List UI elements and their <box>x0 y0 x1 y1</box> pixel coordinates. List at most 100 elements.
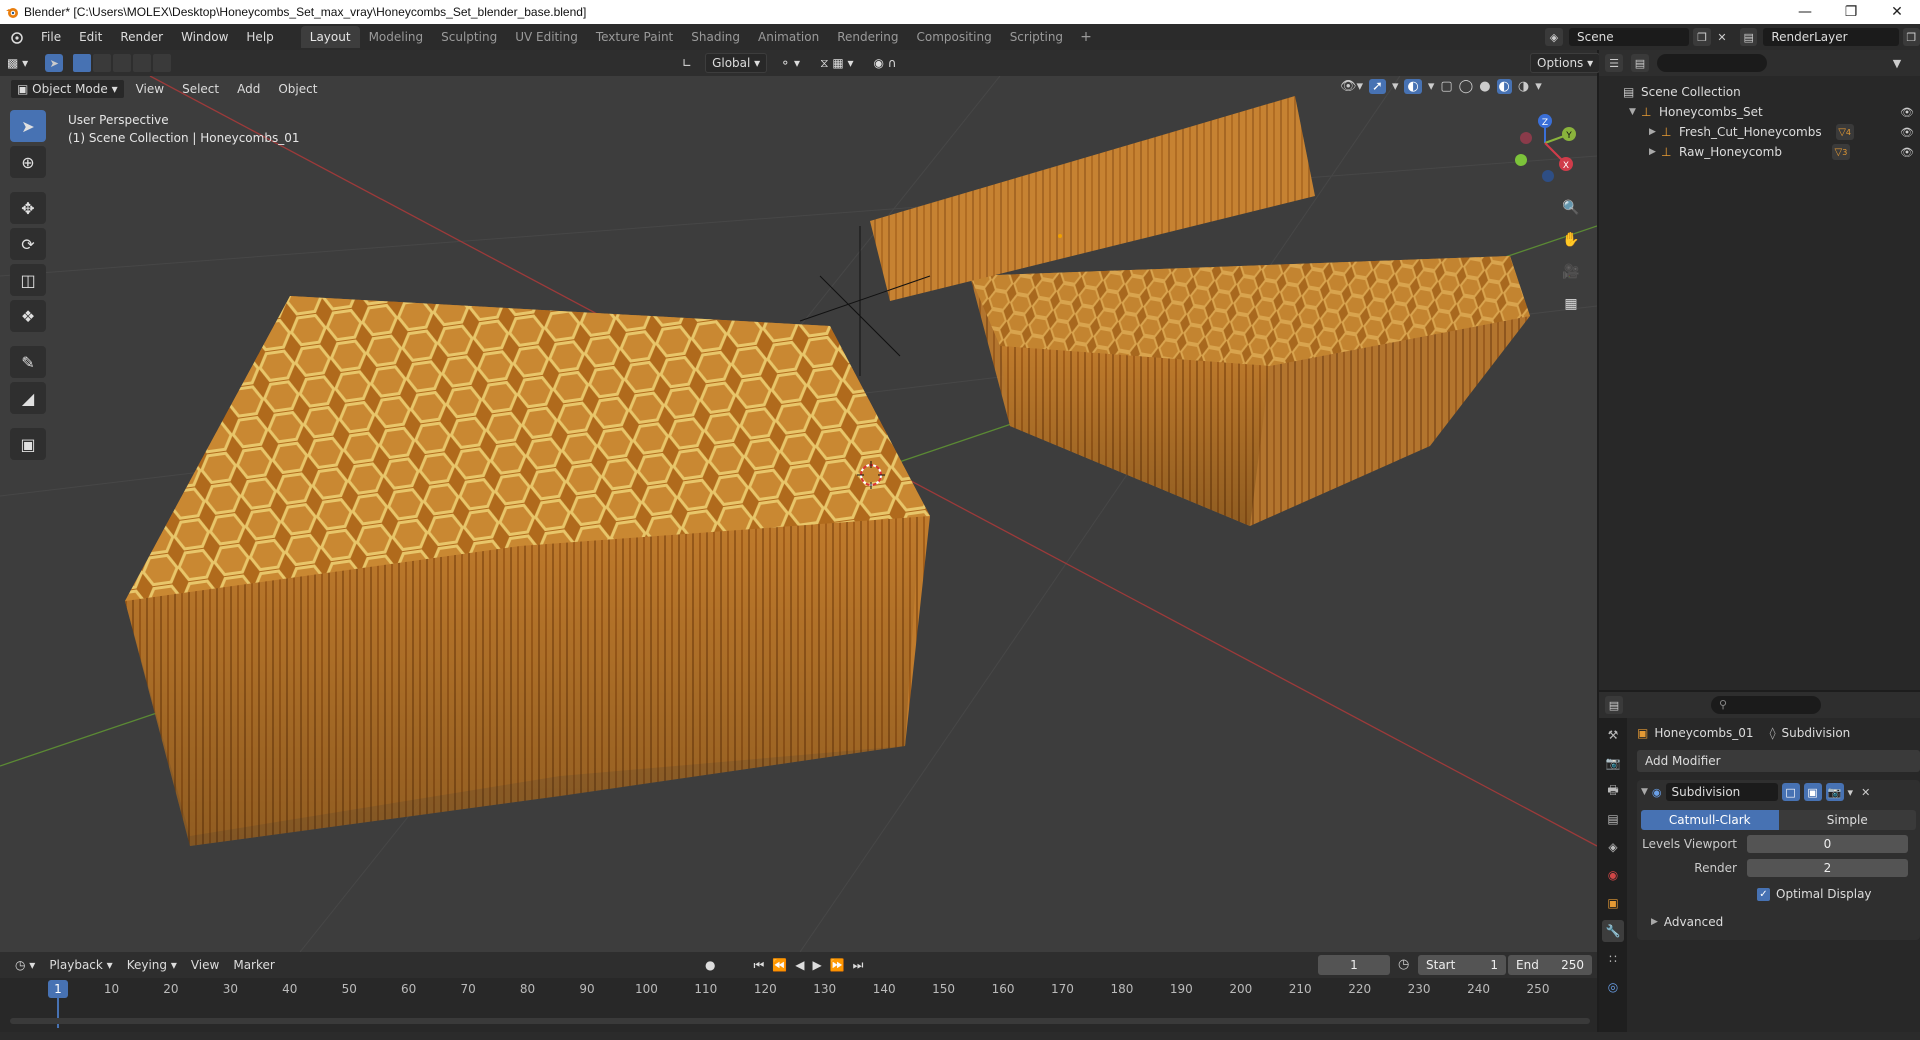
expand-arrow-icon[interactable]: ▶ <box>1649 147 1661 157</box>
visibility-icon[interactable]: 👁▾ <box>1340 79 1363 94</box>
navigation-gizmo[interactable]: Z Y X <box>1515 114 1576 182</box>
overlay-toggle-icon[interactable]: ◐ <box>1404 79 1422 94</box>
play-reverse-icon[interactable]: ◀ <box>795 958 804 972</box>
preview-range-icon[interactable]: ◷ <box>1398 957 1409 972</box>
solid-shading-icon[interactable]: ● <box>1479 79 1490 94</box>
particles-tab-icon[interactable]: ∷ <box>1602 948 1624 970</box>
play-icon[interactable]: ▶ <box>812 958 821 972</box>
rotate-tool-icon[interactable]: ⟳ <box>10 228 46 260</box>
pan-hand-icon[interactable]: ✋ <box>1558 227 1584 253</box>
end-frame-field[interactable]: End 250 <box>1508 955 1592 975</box>
tab-texture-paint[interactable]: Texture Paint <box>587 26 682 48</box>
3d-viewport[interactable]: Z Y X User Perspective (1) Scene Collect… <box>0 76 1597 952</box>
tree-item-fresh-cut-honeycombs[interactable]: ▶ ⊥ Fresh_Cut_Honeycombs ▽ 4 👁 <box>1599 122 1920 142</box>
close-icon[interactable]: ✕ <box>1874 0 1920 24</box>
current-frame-marker[interactable]: 1 <box>48 980 68 998</box>
outliner-editor-icon[interactable]: ☰ <box>1605 54 1623 72</box>
tree-item-honeycombs-set[interactable]: ▼ ⊥ Honeycombs_Set 👁 <box>1599 102 1920 122</box>
object-tab-icon[interactable]: ▣ <box>1602 892 1624 914</box>
scene-tab-icon[interactable]: ◈ <box>1602 836 1624 858</box>
menu-marker[interactable]: Marker <box>226 955 281 975</box>
jump-start-icon[interactable]: ⏮ <box>753 958 764 973</box>
modifier-menu-icon[interactable]: ▾ <box>1848 786 1854 799</box>
catmull-clark-option[interactable]: Catmull-Clark <box>1641 810 1779 830</box>
renderlayer-field[interactable]: RenderLayer <box>1763 28 1899 46</box>
wireframe-shading-icon[interactable]: ◯ <box>1459 79 1474 94</box>
measure-tool-icon[interactable]: ◢ <box>10 382 46 414</box>
edit-mode-toggle-icon[interactable]: □ <box>1781 783 1800 801</box>
new-renderlayer-icon[interactable]: ❐ <box>1902 28 1920 46</box>
menu-keying[interactable]: Keying ▾ <box>120 955 184 975</box>
select-invert-mode[interactable] <box>133 54 152 72</box>
zoom-icon[interactable]: 🔍 <box>1558 195 1584 221</box>
render-toggle-icon[interactable]: 📷 <box>1825 783 1844 801</box>
orientation-dropdown[interactable]: Global ▾ <box>705 53 768 73</box>
menu-edit[interactable]: Edit <box>70 30 111 44</box>
gizmo-toggle-icon[interactable]: ➚ <box>1369 79 1386 94</box>
visibility-eye-icon[interactable]: 👁 <box>1900 126 1914 139</box>
add-cube-tool-icon[interactable]: ▣ <box>10 428 46 460</box>
snap-icon[interactable]: ⧖ ▦ ▾ <box>813 53 860 73</box>
view-layer-tab-icon[interactable]: ▤ <box>1602 808 1624 830</box>
rendered-shading-icon[interactable]: ◑ <box>1518 79 1529 94</box>
object-mode-dropdown[interactable]: ▣ Object Mode ▾ <box>10 79 125 99</box>
pivot-icon[interactable]: ⚬ ▾ <box>773 53 807 73</box>
timeline-ruler[interactable]: 1 10 20 30 40 50 60 70 80 90 100 110 120 130 140 150 160… <box>0 978 1597 1028</box>
minimize-icon[interactable]: — <box>1782 0 1828 24</box>
remove-scene-icon[interactable]: ✕ <box>1713 28 1731 46</box>
menu-timeline-view[interactable]: View <box>184 955 226 975</box>
menu-view[interactable]: View <box>129 79 171 99</box>
menu-add[interactable]: Add <box>230 79 267 99</box>
editor-type-icon[interactable]: ▩ ▾ <box>0 53 35 73</box>
current-frame-field[interactable]: 1 <box>1318 955 1390 975</box>
transform-tool-icon[interactable]: ❖ <box>10 300 46 332</box>
optimal-display-checkbox[interactable]: ✓ <box>1757 887 1770 901</box>
simple-option[interactable]: Simple <box>1778 810 1916 830</box>
select-extend-mode[interactable] <box>93 54 112 72</box>
proportional-edit-icon[interactable]: ◉ ∩ <box>867 53 904 73</box>
tab-compositing[interactable]: Compositing <box>907 26 1000 48</box>
timeline-scrollbar[interactable] <box>10 1018 1590 1024</box>
add-workspace-button[interactable]: + <box>1072 29 1100 45</box>
output-tab-icon[interactable]: 🖶 <box>1602 780 1624 802</box>
outliner-search-input[interactable] <box>1657 54 1767 72</box>
advanced-subpanel[interactable]: ▶ Advanced <box>1637 912 1920 932</box>
world-tab-icon[interactable]: ◉ <box>1602 864 1624 886</box>
cursor-tool-icon[interactable]: ⊕ <box>10 146 46 178</box>
filter-icon[interactable]: ▼ <box>1888 54 1906 72</box>
remove-modifier-icon[interactable]: ✕ <box>1861 786 1870 799</box>
material-shading-icon[interactable]: ◐ <box>1496 79 1512 94</box>
jump-keyframe-back-icon[interactable]: ⏪ <box>772 958 787 972</box>
tab-animation[interactable]: Animation <box>749 26 828 48</box>
scene-field[interactable]: Scene <box>1569 28 1689 46</box>
move-tool-icon[interactable]: ✥ <box>10 192 46 224</box>
honeycomb-block-back[interactable] <box>970 256 1530 526</box>
tree-item-raw-honeycomb[interactable]: ▶ ⊥ Raw_Honeycomb ▽ 3 👁 <box>1599 142 1920 162</box>
menu-help[interactable]: Help <box>237 30 282 44</box>
scene-icon[interactable]: ◈ <box>1545 28 1563 46</box>
select-new-mode[interactable] <box>73 54 92 72</box>
camera-view-icon[interactable]: 🎥 <box>1558 259 1584 285</box>
record-icon[interactable]: ● <box>705 958 715 972</box>
tree-item-scene-collection[interactable]: ▤ Scene Collection <box>1599 82 1920 102</box>
menu-render[interactable]: Render <box>111 30 172 44</box>
tab-scripting[interactable]: Scripting <box>1001 26 1072 48</box>
honeycomb-block-front[interactable] <box>125 296 930 846</box>
tab-shading[interactable]: Shading <box>682 26 749 48</box>
collapse-arrow-icon[interactable]: ▼ <box>1641 787 1648 797</box>
tab-sculpting[interactable]: Sculpting <box>432 26 506 48</box>
ortho-grid-icon[interactable]: ▦ <box>1558 291 1584 317</box>
render-tab-icon[interactable]: 📷 <box>1602 752 1624 774</box>
visibility-eye-icon[interactable]: 👁 <box>1900 106 1914 119</box>
physics-tab-icon[interactable]: ◎ <box>1602 976 1624 998</box>
options-dropdown[interactable]: Options ▾ <box>1530 53 1601 73</box>
timeline-editor-icon[interactable]: ◷ ▾ <box>8 955 42 975</box>
select-tool-icon[interactable]: ➤ <box>45 54 64 72</box>
render-level-field[interactable]: 2 <box>1747 859 1908 877</box>
scale-tool-icon[interactable]: ◫ <box>10 264 46 296</box>
properties-search-input[interactable]: ⚲ <box>1711 696 1821 714</box>
new-scene-icon[interactable]: ❐ <box>1693 28 1711 46</box>
select-intersect-mode[interactable] <box>153 54 172 72</box>
restore-icon[interactable]: ❐ <box>1828 0 1874 24</box>
blender-menu-icon[interactable] <box>0 30 32 44</box>
